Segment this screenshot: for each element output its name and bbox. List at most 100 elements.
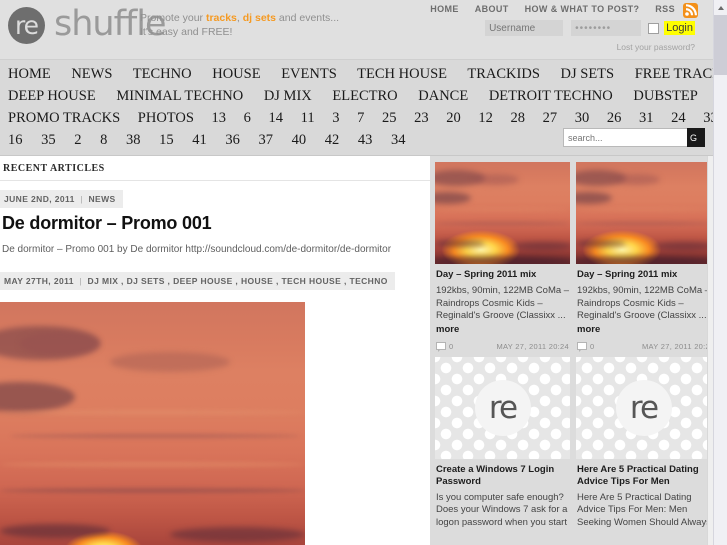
- menu-item-home[interactable]: HOME: [8, 66, 51, 82]
- menu-item-num-23[interactable]: 23: [414, 110, 429, 126]
- scrollbar-thumb[interactable]: [714, 15, 727, 75]
- sidebar-card-2-comments[interactable]: 0: [577, 342, 594, 352]
- top-nav-home[interactable]: HOME: [430, 4, 459, 14]
- sidebar-card-1-excerpt: 192kbs, 90min, 122MB CoMa – Raindrops Co…: [436, 285, 570, 321]
- sidebar-card-2-footer: 0 MAY 27, 2011 20:2: [577, 341, 710, 352]
- sidebar-card-2-thumb[interactable]: [576, 162, 711, 264]
- menu-item-num-26[interactable]: 26: [607, 110, 622, 126]
- menu-item-electro[interactable]: ELECTRO: [332, 88, 397, 104]
- sidebar-card-1-title[interactable]: Day – Spring 2011 mix: [436, 269, 570, 281]
- menu-item-num-31[interactable]: 31: [639, 110, 654, 126]
- menu-item-num-36[interactable]: 36: [225, 132, 240, 148]
- article-1-title[interactable]: De dormitor – Promo 001: [2, 213, 430, 234]
- sidebar-card-4-title[interactable]: Here Are 5 Practical Dating Advice Tips …: [577, 464, 711, 488]
- menu-item-dubstep[interactable]: DUBSTEP: [633, 88, 697, 104]
- menu-item-dj-mix[interactable]: DJ MIX: [264, 88, 312, 104]
- menu-item-num-38[interactable]: 38: [126, 132, 141, 148]
- sidebar-card-1-thumb[interactable]: [435, 162, 570, 264]
- sidebar-card-1-comments[interactable]: 0: [436, 341, 454, 352]
- menu-item-dj-sets[interactable]: DJ SETS: [561, 66, 615, 82]
- menu-item-free-tracks[interactable]: FREE TRACKS: [635, 66, 713, 82]
- comment-icon: [436, 342, 446, 352]
- article-2-image[interactable]: [0, 302, 305, 545]
- menu-item-techno[interactable]: TECHNO: [133, 66, 192, 82]
- menu-item-minimal-techno[interactable]: MINIMAL TECHNO: [116, 88, 243, 104]
- menu-item-num-41[interactable]: 41: [192, 132, 207, 148]
- menu-item-num-16[interactable]: 16: [8, 132, 23, 148]
- menu-item-house[interactable]: HOUSE: [212, 66, 260, 82]
- menu-item-num-11[interactable]: 11: [301, 110, 315, 126]
- top-nav-how-what-to-post[interactable]: HOW & WHAT TO POST?: [525, 4, 640, 14]
- scroll-up-arrow-icon[interactable]: [714, 0, 727, 15]
- menu-item-detroit-techno[interactable]: DETROIT TECHNO: [489, 88, 613, 104]
- re-logo-icon: re: [615, 379, 672, 436]
- menu-item-num-3[interactable]: 3: [332, 110, 339, 126]
- menu-item-num-8[interactable]: 8: [100, 132, 107, 148]
- browser-page: shuffle re Promote your tracks, dj sets …: [0, 0, 727, 545]
- menu-item-promo-tracks[interactable]: PROMO TRACKS: [8, 110, 120, 126]
- menu-item-num-33[interactable]: 33: [703, 110, 713, 126]
- article-2-date: MAY 27TH, 2011: [4, 276, 74, 286]
- menu-item-num-15[interactable]: 15: [159, 132, 174, 148]
- tagline-line2: It's easy and FREE!: [140, 26, 233, 38]
- article-2-categories[interactable]: DJ MIX , DJ SETS , DEEP HOUSE , HOUSE , …: [88, 276, 388, 286]
- menu-item-events[interactable]: EVENTS: [281, 66, 337, 82]
- sidebar-card-2-date: MAY 27, 2011 20:2: [641, 341, 710, 351]
- menu-item-num-20[interactable]: 20: [446, 110, 461, 126]
- sidebar-card-1-more-link[interactable]: more: [436, 324, 570, 335]
- browser-scrollbar[interactable]: [713, 0, 727, 545]
- sidebar-card-3-title[interactable]: Create a Windows 7 Login Password: [436, 464, 570, 488]
- sidebar-card-1-comment-count: 0: [449, 341, 454, 351]
- tagline-post: and events...: [276, 12, 340, 24]
- top-nav-rss[interactable]: RSS: [655, 4, 675, 14]
- menu-item-num-34[interactable]: 34: [391, 132, 406, 148]
- sidebar-card-3-thumb[interactable]: re: [435, 356, 570, 459]
- menu-item-num-25[interactable]: 25: [382, 110, 397, 126]
- menu-item-num-12[interactable]: 12: [478, 110, 493, 126]
- search-input[interactable]: [563, 128, 687, 147]
- menu-item-num-37[interactable]: 37: [259, 132, 274, 148]
- sidebar-cards: Day – Spring 2011 mix 192kbs, 90min, 122…: [435, 162, 713, 535]
- menu-item-num-35[interactable]: 35: [41, 132, 56, 148]
- remember-me-checkbox[interactable]: [648, 22, 660, 34]
- menu-item-num-14[interactable]: 14: [269, 110, 284, 126]
- sidebar-card-1-footer: 0 MAY 27, 2011 20:24: [436, 341, 569, 352]
- sidebar-card-2-more-link[interactable]: more: [577, 324, 711, 335]
- menu-item-trackids[interactable]: TRACKIDS: [467, 66, 540, 82]
- search-go-button[interactable]: G: [687, 128, 705, 147]
- login-button[interactable]: Login: [664, 21, 695, 35]
- rss-icon[interactable]: [683, 3, 698, 18]
- tagline-djsets: dj sets: [242, 12, 277, 24]
- menu-item-num-40[interactable]: 40: [292, 132, 307, 148]
- menu-item-num-42[interactable]: 42: [325, 132, 340, 148]
- page-content: RECENT ARTICLES JUNE 2ND, 2011 | NEWS De…: [0, 156, 713, 545]
- menu-item-num-28[interactable]: 28: [511, 110, 526, 126]
- sidebar-card-2-title[interactable]: Day – Spring 2011 mix: [577, 269, 711, 281]
- search-box: G: [563, 128, 705, 147]
- lost-password-link[interactable]: Lost your password?: [617, 42, 695, 52]
- menu-item-tech-house[interactable]: TECH HOUSE: [357, 66, 447, 82]
- section-title-recent-articles: RECENT ARTICLES: [0, 156, 430, 181]
- menu-item-num-13[interactable]: 13: [212, 110, 227, 126]
- password-input[interactable]: [571, 20, 642, 36]
- article-2-meta: MAY 27TH, 2011 | DJ MIX , DJ SETS , DEEP…: [0, 272, 395, 290]
- menu-item-num-27[interactable]: 27: [543, 110, 558, 126]
- menu-item-news[interactable]: NEWS: [71, 66, 112, 82]
- top-nav-about[interactable]: ABOUT: [475, 4, 509, 14]
- article-1-categories[interactable]: NEWS: [88, 194, 115, 204]
- menu-item-num-2[interactable]: 2: [74, 132, 81, 148]
- sidebar-card-4-thumb[interactable]: re: [576, 356, 711, 459]
- menu-item-num-43[interactable]: 43: [358, 132, 373, 148]
- menu-item-photos[interactable]: PHOTOS: [138, 110, 194, 126]
- menu-item-num-24[interactable]: 24: [671, 110, 686, 126]
- sidebar-card-3: re Create a Windows 7 Login Password Is …: [435, 356, 570, 530]
- menu-row-1: HOME NEWS TECHNO HOUSE EVENTS TECH HOUSE…: [8, 63, 713, 85]
- article-2: MAY 27TH, 2011 | DJ MIX , DJ SETS , DEEP…: [0, 255, 430, 545]
- menu-item-num-30[interactable]: 30: [575, 110, 590, 126]
- username-input[interactable]: [485, 20, 564, 36]
- menu-item-num-6[interactable]: 6: [244, 110, 251, 126]
- menu-item-num-7[interactable]: 7: [357, 110, 364, 126]
- menu-item-dance[interactable]: DANCE: [418, 88, 468, 104]
- sidebar-card-2-excerpt: 192kbs, 90min, 122MB CoMa – Raindrops Co…: [577, 285, 711, 321]
- menu-item-deep-house[interactable]: DEEP HOUSE: [8, 88, 96, 104]
